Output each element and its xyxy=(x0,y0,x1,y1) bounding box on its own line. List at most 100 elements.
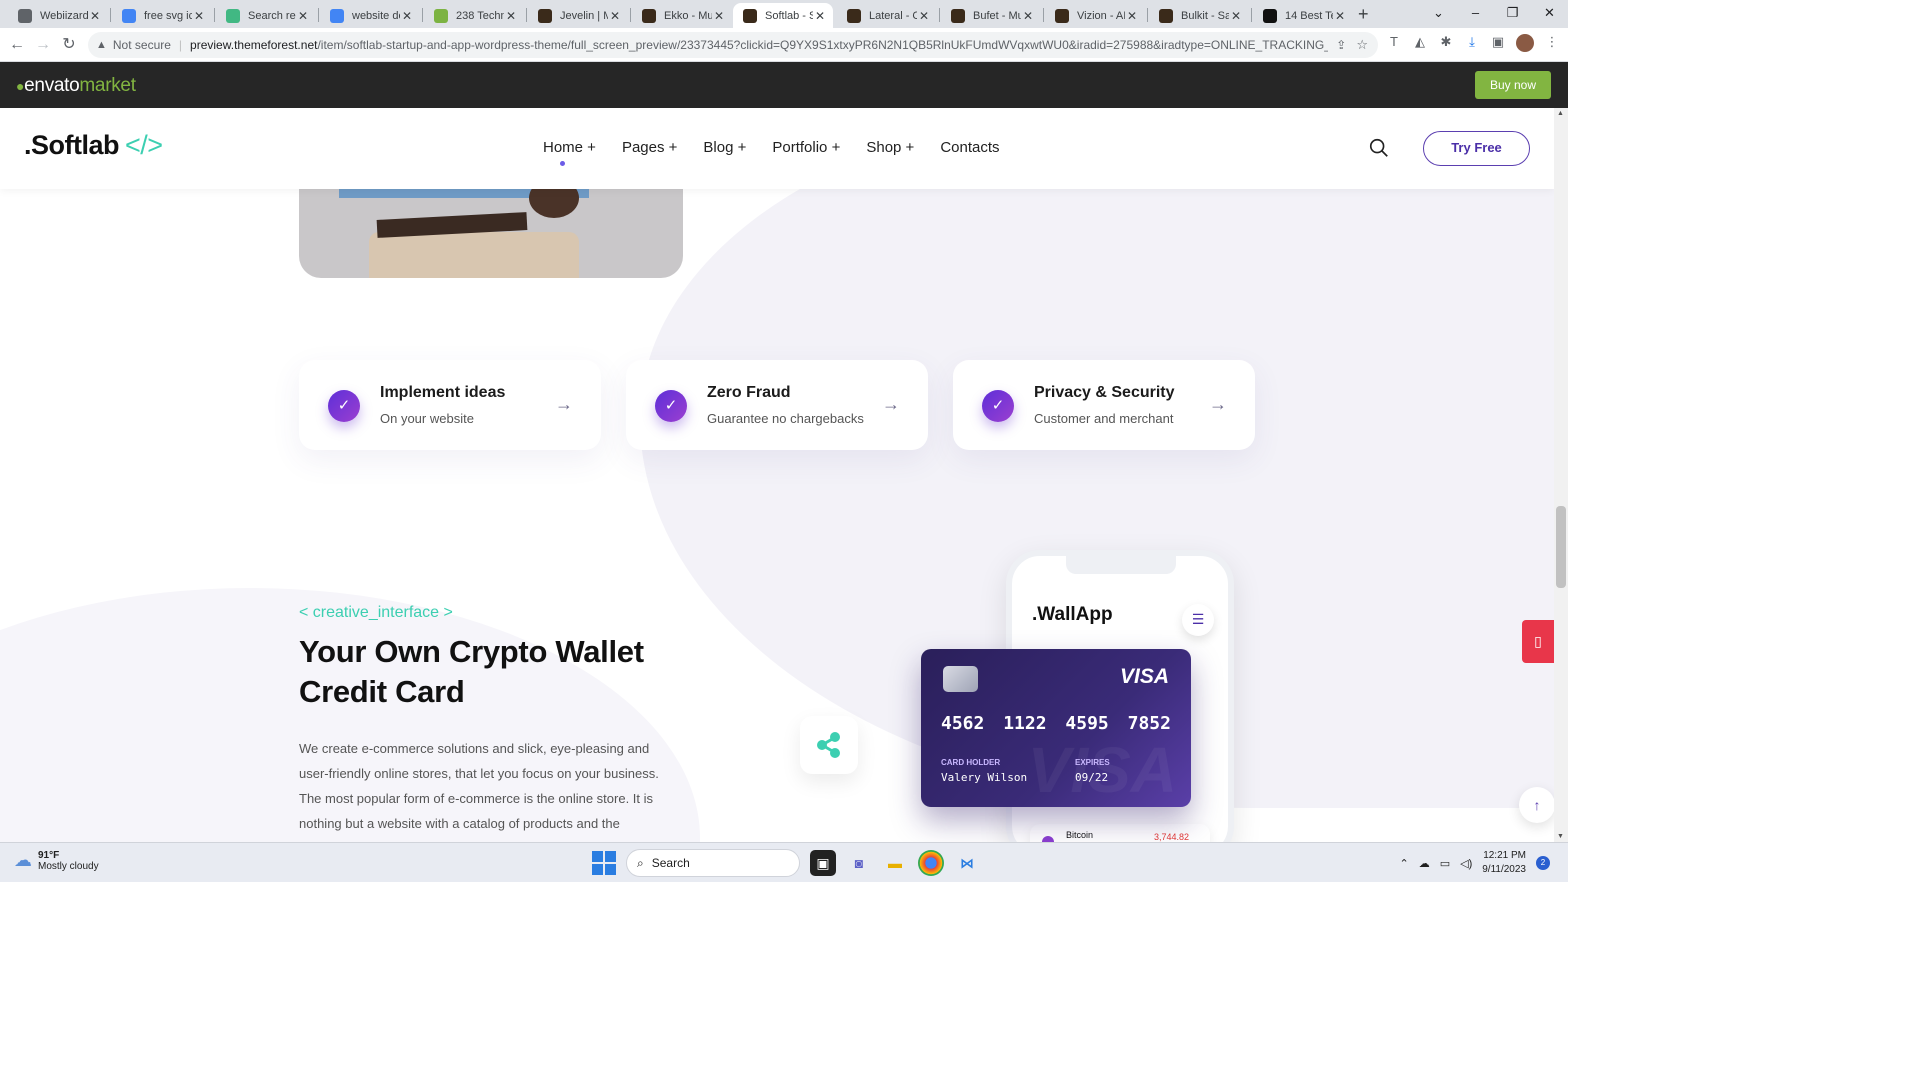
restore-button[interactable]: ❐ xyxy=(1494,0,1531,28)
tab-close-icon[interactable]: ✕ xyxy=(712,9,726,23)
envato-logo[interactable]: ●envatomarket xyxy=(16,75,136,97)
clock[interactable]: 12:21 PM 9/11/2023 xyxy=(1482,849,1526,877)
feature-card[interactable]: ✓ Implement ideas On your website → xyxy=(299,360,601,450)
feature-card[interactable]: ✓ Zero Fraud Guarantee no chargebacks → xyxy=(626,360,928,450)
speaker-icon[interactable]: ◁) xyxy=(1460,857,1472,870)
coin-value: 3,744.82 xyxy=(1154,832,1190,842)
browser-tab[interactable]: Ekko - Mult✕ xyxy=(632,3,732,28)
browser-tab[interactable]: Lateral - Cr✕ xyxy=(837,3,937,28)
feature-card[interactable]: ✓ Privacy & Security Customer and mercha… xyxy=(953,360,1255,450)
tab-close-icon[interactable]: ✕ xyxy=(192,9,206,23)
browser-tab[interactable]: Search resu✕ xyxy=(216,3,316,28)
menu-icon: ☰ xyxy=(1182,604,1214,636)
file-explorer-icon[interactable]: ▬ xyxy=(882,850,908,876)
taskbar-search[interactable]: ⌕ Search xyxy=(626,849,800,877)
translate-extension-icon[interactable]: T xyxy=(1386,34,1402,50)
nav-shop[interactable]: Shop + xyxy=(866,139,914,156)
card-number: 4562 1122 4595 7852 xyxy=(941,713,1171,734)
browser-tab[interactable]: Webiizard ✕ xyxy=(8,3,108,28)
browser-tab[interactable]: 14 Best Ten✕ xyxy=(1253,3,1353,28)
nav-portfolio[interactable]: Portfolio + xyxy=(772,139,840,156)
scrollbar-thumb[interactable] xyxy=(1556,506,1566,588)
back-button[interactable]: ← xyxy=(6,34,28,56)
url-text[interactable]: preview.themeforest.net/item/softlab-sta… xyxy=(190,38,1328,52)
arrow-right-icon[interactable]: → xyxy=(882,394,900,415)
reload-button[interactable]: ↻ xyxy=(58,34,80,56)
page-scrollbar[interactable]: ▲ ▼ xyxy=(1554,108,1568,842)
tab-close-icon[interactable]: ✕ xyxy=(1125,9,1139,23)
tab-close-icon[interactable]: ✕ xyxy=(504,9,518,23)
back-to-top-button[interactable]: ↑ xyxy=(1519,787,1554,823)
browser-tab[interactable]: Jevelin | Mu✕ xyxy=(528,3,628,28)
feature-title: Privacy & Security xyxy=(1034,384,1175,401)
close-window-button[interactable]: ✕ xyxy=(1531,0,1568,28)
tab-close-icon[interactable]: ✕ xyxy=(917,9,931,23)
share-icon[interactable]: ⇪ xyxy=(1336,38,1346,52)
tab-title: Lateral - Cr xyxy=(869,9,917,22)
extension-icon[interactable]: ◭ xyxy=(1412,34,1428,50)
share-bubble[interactable] xyxy=(800,716,858,774)
try-free-button[interactable]: Try Free xyxy=(1423,131,1530,166)
tab-close-icon[interactable]: ✕ xyxy=(1021,9,1035,23)
feature-subtitle: Customer and merchant xyxy=(1034,411,1174,426)
tab-close-icon[interactable]: ✕ xyxy=(400,9,414,23)
nav-contacts[interactable]: Contacts xyxy=(940,139,999,156)
nav-home[interactable]: Home + xyxy=(543,139,596,166)
bookmark-star-icon[interactable]: ☆ xyxy=(1356,37,1368,53)
browser-tab[interactable]: 238 Techno✕ xyxy=(424,3,524,28)
buy-now-button[interactable]: Buy now xyxy=(1475,71,1551,99)
chevron-up-icon[interactable]: ⌃ xyxy=(1400,857,1409,870)
extension-icons: T ◭ ✱ ⤓ ▣ ⋮ xyxy=(1386,34,1560,52)
kebab-menu-icon[interactable]: ⋮ xyxy=(1544,34,1560,50)
minimize-button[interactable]: – xyxy=(1457,0,1494,28)
tab-favicon-icon xyxy=(743,8,757,23)
wallapp-title: .WallApp xyxy=(1032,604,1113,625)
tab-close-icon[interactable]: ✕ xyxy=(1333,9,1347,23)
teams-chat-icon[interactable]: ◙ xyxy=(846,850,872,876)
download-icon[interactable]: ⤓ xyxy=(1464,34,1480,50)
browser-tab[interactable]: Softlab - St✕ xyxy=(733,3,833,28)
browser-tab[interactable]: website des✕ xyxy=(320,3,420,28)
windows-start-icon[interactable] xyxy=(592,851,616,875)
tab-favicon-icon xyxy=(122,8,136,23)
browser-tab[interactable]: Bulkit - Saa✕ xyxy=(1149,3,1249,28)
tab-close-icon[interactable]: ✕ xyxy=(1229,9,1243,23)
tab-close-icon[interactable]: ✕ xyxy=(296,9,310,23)
tab-close-icon[interactable]: ✕ xyxy=(88,9,102,23)
credit-card: VISA VISA 4562 1122 4595 7852 CARD HOLDER V… xyxy=(921,649,1191,807)
browser-tab[interactable]: Vizion - AI ✕ xyxy=(1045,3,1145,28)
tab-close-icon[interactable]: ✕ xyxy=(813,9,827,23)
chrome-icon[interactable] xyxy=(918,850,944,876)
nav-pages[interactable]: Pages + xyxy=(622,139,677,156)
tab-favicon-icon xyxy=(1263,8,1277,23)
card-chip-icon xyxy=(943,666,978,692)
weather-widget[interactable]: ☁ 91°F Mostly cloudy xyxy=(14,850,99,872)
onedrive-icon[interactable]: ☁ xyxy=(1419,857,1430,870)
notification-badge[interactable]: 2 xyxy=(1536,856,1550,870)
vscode-icon[interactable]: ⋈ xyxy=(954,850,980,876)
forward-button[interactable]: → xyxy=(32,34,54,56)
site-logo[interactable]: .Softlab </> xyxy=(24,130,163,161)
site-preview: .Softlab </> Home + Pages + Blog + Portfo… xyxy=(0,108,1554,842)
tab-favicon-icon xyxy=(951,8,965,23)
search-icon[interactable] xyxy=(1368,137,1390,159)
check-icon: ✓ xyxy=(982,390,1014,422)
task-view-icon[interactable]: ▣ xyxy=(810,850,836,876)
tab-close-icon[interactable]: ✕ xyxy=(608,9,622,23)
system-tray: ⌃ ☁ ▭ ◁) 12:21 PM 9/11/2023 2 xyxy=(1400,849,1550,877)
browser-tab[interactable]: Bufet - Mul ✕ xyxy=(941,3,1041,28)
arrow-right-icon[interactable]: → xyxy=(555,394,573,415)
tab-title: Bufet - Mul xyxy=(973,9,1021,22)
new-tab-button[interactable]: + xyxy=(1358,4,1369,25)
browser-tab[interactable]: free svg ico✕ xyxy=(112,3,212,28)
display-icon[interactable]: ▭ xyxy=(1440,857,1450,870)
puzzle-icon[interactable]: ✱ xyxy=(1438,34,1454,50)
profile-avatar[interactable] xyxy=(1516,34,1534,52)
arrow-right-icon[interactable]: → xyxy=(1209,394,1227,415)
nav-blog[interactable]: Blog + xyxy=(703,139,746,156)
chevron-down-icon[interactable]: ⌄ xyxy=(1420,0,1457,28)
address-bar[interactable]: ▲ Not secure | preview.themeforest.net/i… xyxy=(88,32,1378,58)
sidepanel-icon[interactable]: ▣ xyxy=(1490,34,1506,50)
purchase-side-tab[interactable]: ▯ xyxy=(1522,620,1554,663)
warning-icon[interactable]: ▲ xyxy=(96,39,107,51)
